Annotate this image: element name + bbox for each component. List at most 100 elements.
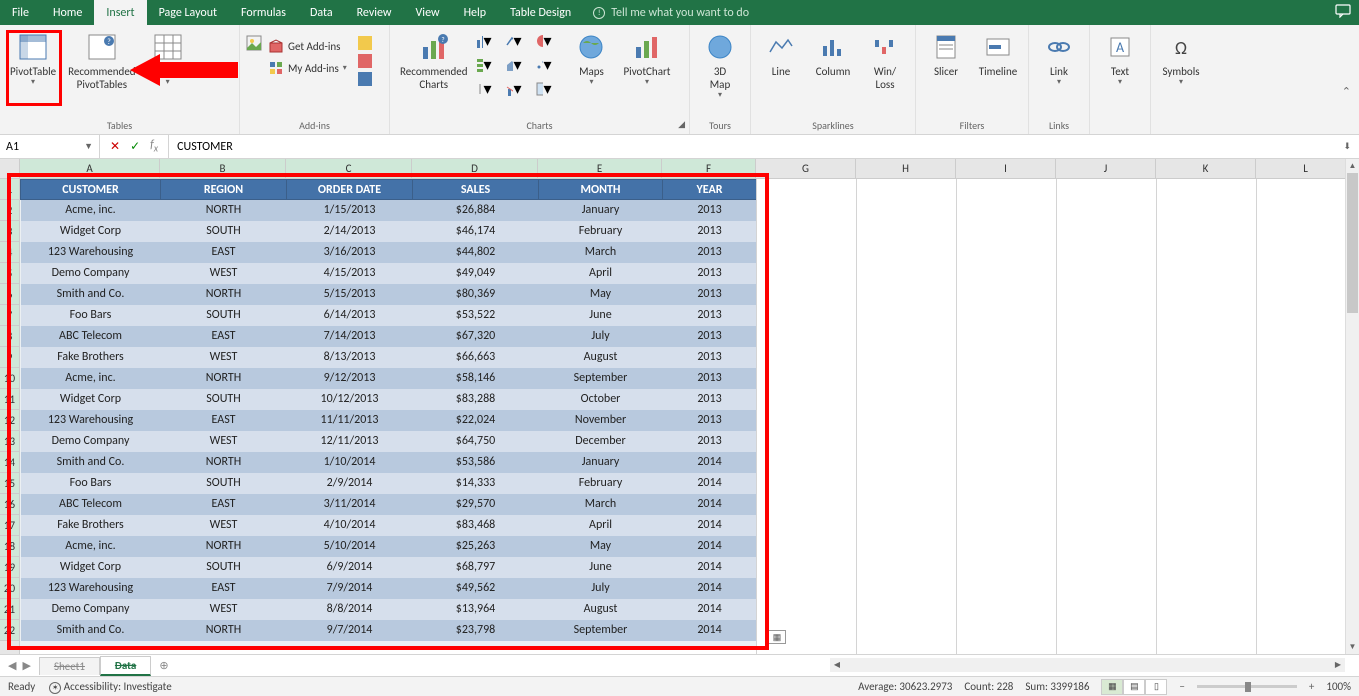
link-button[interactable]: Link▾ <box>1035 29 1083 90</box>
table-cell[interactable]: Fake Brothers <box>21 347 161 368</box>
table-cell[interactable]: 12/11/2013 <box>287 431 413 452</box>
table-cell[interactable]: $49,049 <box>413 263 539 284</box>
table-header[interactable]: MONTH <box>539 180 663 200</box>
tab-pagelayout[interactable]: Page Layout <box>147 0 229 25</box>
table-cell[interactable]: $44,802 <box>413 242 539 263</box>
table-header[interactable]: ORDER DATE <box>287 180 413 200</box>
tab-view[interactable]: View <box>404 0 452 25</box>
table-cell[interactable]: Foo Bars <box>21 473 161 494</box>
table-cell[interactable]: 3/11/2014 <box>287 494 413 515</box>
row-header[interactable]: 9 <box>0 347 19 368</box>
tab-tabledesign[interactable]: Table Design <box>498 0 583 25</box>
table-row[interactable]: Widget CorpSOUTH6/9/2014$68,797June2014 <box>21 557 757 578</box>
column-header[interactable]: A <box>20 159 160 178</box>
vertical-scrollbar[interactable]: ▲ ▼ <box>1345 159 1359 654</box>
table-cell[interactable]: 2013 <box>663 221 757 242</box>
column-header[interactable]: D <box>412 159 538 178</box>
table-cell[interactable]: 7/14/2013 <box>287 326 413 347</box>
tab-file[interactable]: File <box>0 0 41 25</box>
pivottable-button[interactable]: PivotTable ▾ <box>6 29 60 90</box>
table-cell[interactable]: $64,750 <box>413 431 539 452</box>
row-header[interactable]: 14 <box>0 452 19 473</box>
symbols-button[interactable]: ΩSymbols▾ <box>1157 29 1205 90</box>
fx-button[interactable]: fx <box>150 138 158 154</box>
table-cell[interactable]: NORTH <box>161 200 287 221</box>
table-row[interactable]: Foo BarsSOUTH2/9/2014$14,333February2014 <box>21 473 757 494</box>
column-header[interactable]: F <box>662 159 756 178</box>
normal-view-button[interactable]: ▦ <box>1101 679 1123 695</box>
table-cell[interactable]: September <box>539 368 663 389</box>
table-cell[interactable]: SOUTH <box>161 557 287 578</box>
cells-viewport[interactable]: CUSTOMERREGIONORDER DATESALESMONTHYEARAc… <box>20 179 1345 654</box>
sparkline-line-button[interactable]: Line <box>757 29 805 80</box>
table-cell[interactable]: 2014 <box>663 536 757 557</box>
stock-chart-icon[interactable]: ▾ <box>475 81 491 97</box>
table-cell[interactable]: $14,333 <box>413 473 539 494</box>
table-cell[interactable]: January <box>539 452 663 473</box>
table-button[interactable]: s ▾ <box>144 29 192 90</box>
column-header[interactable]: I <box>956 159 1056 178</box>
column-header[interactable]: J <box>1056 159 1156 178</box>
zoom-thumb[interactable] <box>1245 682 1251 692</box>
tab-help[interactable]: Help <box>452 0 499 25</box>
select-all-corner[interactable] <box>0 159 20 179</box>
zoom-percent[interactable]: 100% <box>1326 680 1351 693</box>
quick-analysis-button[interactable]: ▦ <box>768 630 786 644</box>
row-header[interactable]: 22 <box>0 620 19 641</box>
table-cell[interactable]: Acme, inc. <box>21 368 161 389</box>
table-cell[interactable]: 11/11/2013 <box>287 410 413 431</box>
table-cell[interactable]: Widget Corp <box>21 389 161 410</box>
table-cell[interactable]: WEST <box>161 515 287 536</box>
table-cell[interactable]: June <box>539 557 663 578</box>
cancel-formula-button[interactable]: ✕ <box>110 139 120 154</box>
table-cell[interactable]: Acme, inc. <box>21 200 161 221</box>
table-cell[interactable]: $53,522 <box>413 305 539 326</box>
table-cell[interactable]: August <box>539 599 663 620</box>
table-cell[interactable]: 2014 <box>663 494 757 515</box>
column-header[interactable]: G <box>756 159 856 178</box>
pivotchart-button[interactable]: PivotChart▾ <box>619 29 674 90</box>
row-header[interactable]: 13 <box>0 431 19 452</box>
column-headers[interactable]: ABCDEFGHIJKL <box>20 159 1345 179</box>
row-header[interactable]: 18 <box>0 536 19 557</box>
table-row[interactable]: Smith and Co.NORTH1/10/2014$53,586Januar… <box>21 452 757 473</box>
table-cell[interactable]: SOUTH <box>161 389 287 410</box>
table-cell[interactable]: May <box>539 536 663 557</box>
table-cell[interactable]: EAST <box>161 326 287 347</box>
row-header[interactable]: 16 <box>0 494 19 515</box>
table-cell[interactable]: Widget Corp <box>21 221 161 242</box>
table-header[interactable]: YEAR <box>663 180 757 200</box>
table-row[interactable]: Demo CompanyWEST8/8/2014$13,964August201… <box>21 599 757 620</box>
table-cell[interactable]: $83,288 <box>413 389 539 410</box>
row-header[interactable]: 11 <box>0 389 19 410</box>
table-cell[interactable]: 2013 <box>663 242 757 263</box>
table-row[interactable]: Acme, inc.NORTH9/12/2013$58,146September… <box>21 368 757 389</box>
table-header[interactable]: SALES <box>413 180 539 200</box>
zoom-in-button[interactable]: + <box>1309 680 1314 693</box>
tell-me-search[interactable]: ! Tell me what you want to do <box>583 0 759 25</box>
table-cell[interactable]: 4/10/2014 <box>287 515 413 536</box>
row-header[interactable]: 4 <box>0 242 19 263</box>
illustrations-icon[interactable] <box>246 35 262 51</box>
table-cell[interactable]: 1/15/2013 <box>287 200 413 221</box>
table-cell[interactable]: $53,586 <box>413 452 539 473</box>
table-cell[interactable]: NORTH <box>161 620 287 641</box>
table-cell[interactable]: 2013 <box>663 368 757 389</box>
table-row[interactable]: 123 WarehousingEAST7/9/2014$49,562July20… <box>21 578 757 599</box>
row-header[interactable]: 10 <box>0 368 19 389</box>
table-cell[interactable]: Foo Bars <box>21 305 161 326</box>
table-cell[interactable]: 2013 <box>663 326 757 347</box>
page-layout-view-button[interactable]: ▤ <box>1123 679 1145 695</box>
table-cell[interactable]: $66,663 <box>413 347 539 368</box>
table-header[interactable]: REGION <box>161 180 287 200</box>
table-cell[interactable]: 6/9/2014 <box>287 557 413 578</box>
table-row[interactable]: Demo CompanyWEST4/15/2013$49,049April201… <box>21 263 757 284</box>
row-header[interactable]: 6 <box>0 284 19 305</box>
row-header[interactable]: 12 <box>0 410 19 431</box>
data-table[interactable]: CUSTOMERREGIONORDER DATESALESMONTHYEARAc… <box>20 179 757 641</box>
table-cell[interactable]: 2014 <box>663 578 757 599</box>
3d-map-button[interactable]: 3D Map▾ <box>696 29 744 103</box>
table-cell[interactable]: WEST <box>161 263 287 284</box>
table-cell[interactable]: 4/15/2013 <box>287 263 413 284</box>
table-cell[interactable]: 3/16/2013 <box>287 242 413 263</box>
